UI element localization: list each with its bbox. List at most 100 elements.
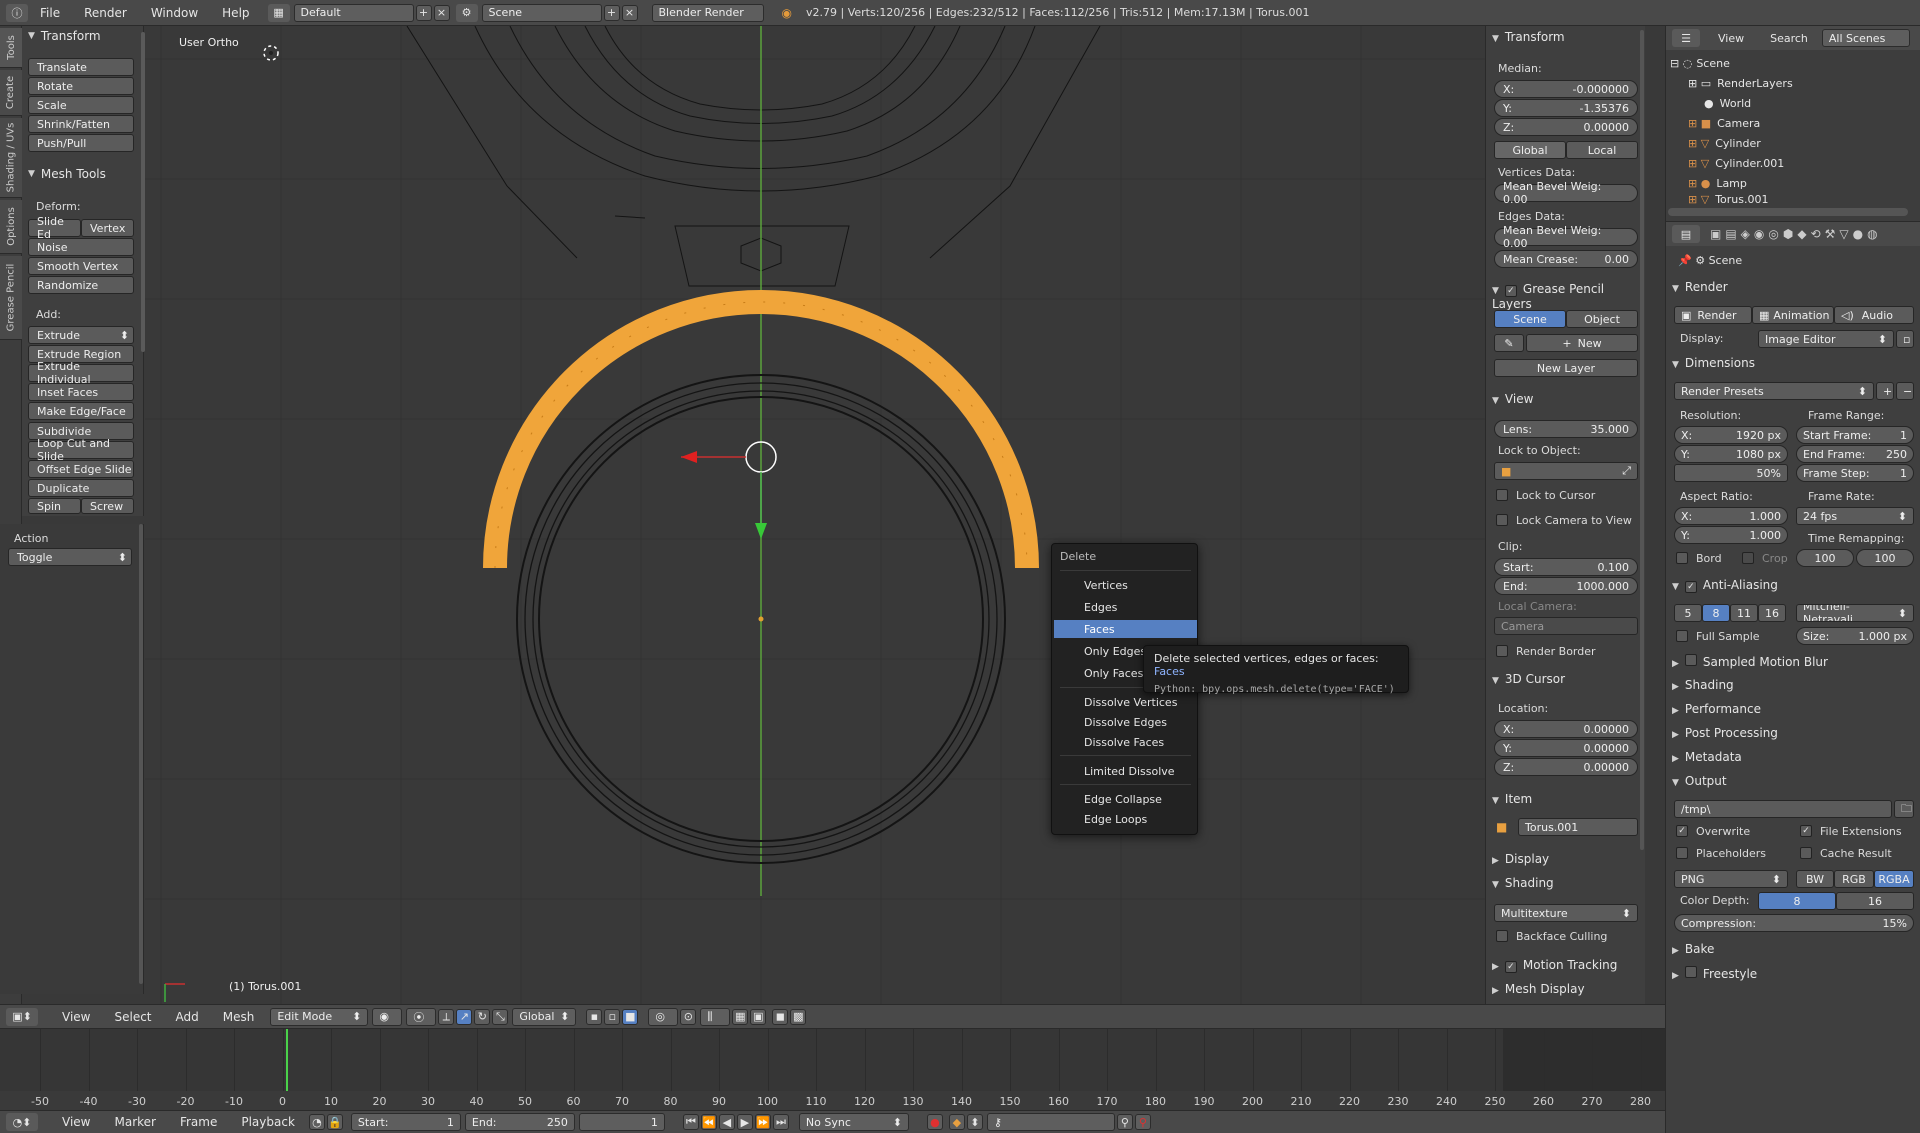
crop-checkbox[interactable] bbox=[1742, 552, 1754, 564]
jump-start-icon[interactable]: ⏮ bbox=[682, 1114, 699, 1130]
bake-header[interactable]: ▶ Bake bbox=[1672, 942, 1714, 956]
menu-item-vertices[interactable]: Vertices bbox=[1054, 576, 1197, 594]
tab-tools[interactable]: Tools bbox=[0, 28, 22, 68]
render-engine-select[interactable]: Blender Render bbox=[651, 3, 764, 22]
outliner-scrollbar[interactable] bbox=[1668, 208, 1908, 216]
screen-layout-icon[interactable]: ▦ bbox=[267, 3, 290, 22]
3d-viewport[interactable]: User Ortho (1) Torus.001 bbox=[145, 26, 1485, 1004]
vertex-select-icon[interactable]: ▪ bbox=[586, 1008, 603, 1025]
menu-item-dissolve-vertices[interactable]: Dissolve Vertices bbox=[1054, 693, 1197, 711]
shading-panel-header[interactable]: ▼ Shading bbox=[1492, 876, 1554, 890]
shading-mode-select[interactable]: Multitexture ⬍ bbox=[1494, 904, 1638, 922]
scene-icon[interactable]: ⚙ bbox=[455, 3, 478, 22]
resolution-x-field[interactable]: X: 1920 px bbox=[1674, 426, 1788, 444]
tab-options[interactable]: Options bbox=[0, 200, 22, 254]
clip-start-field[interactable]: Start: 0.100 bbox=[1494, 558, 1638, 576]
shrink-fatten-button[interactable]: Shrink/Fatten bbox=[28, 115, 134, 133]
view-panel-header[interactable]: ▼ View bbox=[1492, 392, 1533, 406]
gp-object-toggle[interactable]: Object bbox=[1566, 310, 1638, 328]
keying-set-icon[interactable]: ⬍ bbox=[966, 1114, 983, 1130]
output-path-field[interactable]: /tmp\ bbox=[1674, 800, 1892, 818]
render-presets-select[interactable]: Render Presets ⬍ bbox=[1674, 382, 1874, 400]
push-pull-button[interactable]: Push/Pull bbox=[28, 134, 134, 152]
aa-16-toggle[interactable]: 16 bbox=[1758, 604, 1786, 622]
layers-icon[interactable]: ▦ bbox=[732, 1008, 749, 1025]
record-icon[interactable]: ● bbox=[926, 1114, 943, 1130]
render-button[interactable]: ▣ Render bbox=[1674, 306, 1752, 324]
remove-scene-icon[interactable]: × bbox=[621, 4, 638, 21]
cache-result-checkbox[interactable] bbox=[1800, 847, 1812, 859]
timeline-menu-view[interactable]: View bbox=[50, 1115, 102, 1129]
pivot-point-icon[interactable]: ⦿ bbox=[406, 1007, 437, 1026]
play-reverse-icon[interactable]: ◀ bbox=[718, 1114, 735, 1130]
aa-5-toggle[interactable]: 5 bbox=[1674, 604, 1702, 622]
animation-button[interactable]: ▦ Animation bbox=[1752, 306, 1834, 324]
display-mode-select[interactable]: All Scenes bbox=[1821, 29, 1910, 47]
rotate-manipulator-icon[interactable]: ↻ bbox=[474, 1008, 491, 1025]
cursor-z-field[interactable]: Z: 0.00000 bbox=[1494, 758, 1638, 776]
translate-manipulator-icon[interactable]: ↗ bbox=[456, 1008, 473, 1025]
outliner-item-cylinder[interactable]: ⊞ ▽ Cylinder bbox=[1666, 134, 1920, 153]
menu-mesh[interactable]: Mesh bbox=[211, 1010, 267, 1024]
outliner-search-menu[interactable]: Search bbox=[1770, 32, 1808, 45]
action-select[interactable]: Toggle ⬍ bbox=[8, 548, 132, 566]
npanel-transform-header[interactable]: ▼ Transform bbox=[1492, 30, 1565, 44]
depth-16-toggle[interactable]: 16 bbox=[1836, 892, 1914, 910]
duplicate-button[interactable]: Duplicate bbox=[28, 479, 134, 497]
grease-pencil-checkbox[interactable]: ✓ bbox=[1504, 285, 1517, 297]
delete-keyframe-icon[interactable]: ⚲ bbox=[1134, 1114, 1151, 1130]
preview-range-icon[interactable]: ◔ bbox=[308, 1114, 325, 1130]
global-toggle[interactable]: Global bbox=[1494, 141, 1566, 159]
current-frame-indicator[interactable] bbox=[286, 1029, 288, 1091]
scene-field[interactable]: Scene bbox=[481, 3, 602, 22]
menu-add[interactable]: Add bbox=[164, 1010, 211, 1024]
rgb-toggle[interactable]: RGB bbox=[1834, 870, 1874, 888]
compression-slider[interactable]: Compression: 15% bbox=[1674, 914, 1914, 932]
manipulator-toggle-icon[interactable]: ⟂ bbox=[438, 1008, 455, 1025]
gp-new-button[interactable]: + New bbox=[1526, 334, 1638, 352]
shading-header[interactable]: ▶ Shading bbox=[1672, 678, 1734, 692]
3d-cursor-header[interactable]: ▼ 3D Cursor bbox=[1492, 672, 1565, 686]
extrude-button[interactable]: Extrude ⬍ bbox=[28, 326, 134, 344]
operator-panel-scrollbar[interactable] bbox=[139, 524, 143, 984]
noise-button[interactable]: Noise bbox=[28, 238, 134, 256]
start-frame-field[interactable]: Start Frame: 1 bbox=[1796, 426, 1914, 444]
mean-crease-field[interactable]: Mean Crease: 0.00 bbox=[1494, 250, 1638, 268]
menu-file[interactable]: File bbox=[28, 6, 72, 20]
keying-set-field[interactable]: ⚷ bbox=[986, 1113, 1115, 1131]
clip-end-field[interactable]: End: 1000.000 bbox=[1494, 577, 1638, 595]
mean-bevel-vertex-field[interactable]: Mean Bevel Weig: 0.00 bbox=[1494, 180, 1638, 206]
file-format-select[interactable]: PNG ⬍ bbox=[1674, 870, 1788, 888]
outliner-item-world[interactable]: ● World bbox=[1666, 94, 1920, 113]
scale-manipulator-icon[interactable]: ⤡ bbox=[492, 1008, 509, 1025]
remap-new-field[interactable]: 100 bbox=[1856, 549, 1914, 567]
randomize-button[interactable]: Randomize bbox=[28, 276, 134, 294]
performance-header[interactable]: ▶ Performance bbox=[1672, 702, 1761, 716]
context-tabs-icon[interactable]: ▣▤◈◉◎⬢◆⟲⚒▽●◍ bbox=[1710, 227, 1882, 241]
mode-select[interactable]: Edit Mode ⬍ bbox=[270, 1007, 369, 1026]
viewport-canvas[interactable] bbox=[145, 26, 1485, 1004]
display-window-icon[interactable]: ▫ bbox=[1896, 330, 1914, 348]
menu-item-edge-collapse[interactable]: Edge Collapse bbox=[1054, 790, 1197, 808]
motion-tracking-header[interactable]: ▶ ✓ Motion Tracking bbox=[1492, 958, 1617, 973]
slide-vertex-button[interactable]: Vertex bbox=[81, 219, 134, 237]
play-icon[interactable]: ▶ bbox=[736, 1114, 753, 1130]
tab-create[interactable]: Create bbox=[0, 70, 22, 116]
local-camera-field[interactable]: Camera bbox=[1494, 617, 1638, 635]
offset-edge-slide-button[interactable]: Offset Edge Slide bbox=[28, 460, 134, 478]
overwrite-checkbox[interactable]: ✓ bbox=[1676, 825, 1688, 837]
eyedropper-icon[interactable]: ⤢ bbox=[1622, 464, 1631, 478]
outliner-item-lamp[interactable]: ⊞ ● Lamp bbox=[1666, 174, 1920, 193]
depth-8-toggle[interactable]: 8 bbox=[1758, 892, 1836, 910]
pin-icon[interactable]: 📌 bbox=[1678, 254, 1692, 267]
audio-button[interactable]: ◁) Audio bbox=[1834, 306, 1914, 324]
metadata-header[interactable]: ▶ Metadata bbox=[1672, 750, 1742, 764]
resolution-percentage-slider[interactable]: 50% bbox=[1674, 464, 1788, 482]
full-sample-checkbox[interactable] bbox=[1676, 630, 1688, 642]
median-x-field[interactable]: X: -0.000000 bbox=[1494, 80, 1638, 98]
loop-cut-slide-button[interactable]: Loop Cut and Slide bbox=[28, 437, 134, 463]
menu-item-dissolve-edges[interactable]: Dissolve Edges bbox=[1054, 713, 1197, 731]
backface-culling-checkbox[interactable] bbox=[1496, 930, 1508, 942]
display-panel-header[interactable]: ▶ Display bbox=[1492, 852, 1549, 866]
outliner-item-renderlayers[interactable]: ⊞ ▭ RenderLayers bbox=[1666, 74, 1920, 93]
